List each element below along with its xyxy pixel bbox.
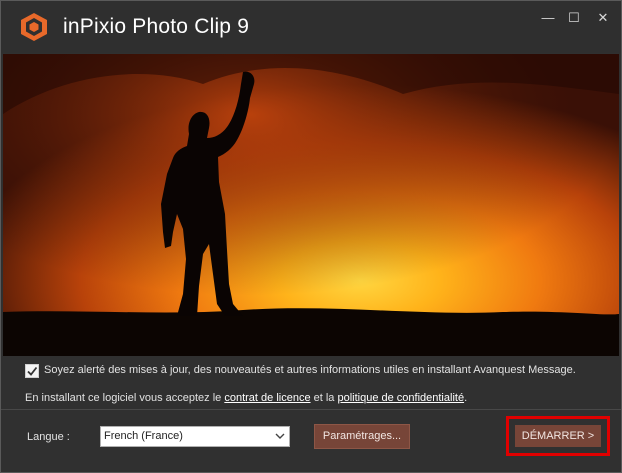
install-options: Soyez alerté des mises à jour, des nouve… [1, 357, 621, 409]
license-notice: En installant ce logiciel vous acceptez … [25, 392, 467, 404]
language-select[interactable]: French (France) [100, 426, 290, 447]
chevron-down-icon [275, 433, 285, 439]
license-middle: et la [310, 392, 338, 404]
close-button[interactable]: ✕ [590, 7, 616, 29]
inpixio-logo-icon [21, 13, 47, 41]
app-title: inPixio Photo Clip 9 [63, 15, 250, 38]
volcano-silhouette-image [3, 54, 619, 356]
start-button[interactable]: DÉMARRER > [515, 425, 601, 447]
start-button-highlight: DÉMARRER > [506, 416, 610, 456]
settings-button[interactable]: Paramétrages... [314, 424, 410, 449]
license-prefix: En installant ce logiciel vous acceptez … [25, 392, 225, 404]
footer-bar: Langue : French (France) Paramétrages...… [1, 409, 621, 472]
optin-checkbox[interactable] [25, 364, 39, 378]
title-bar: inPixio Photo Clip 9 — ☐ ✕ [1, 1, 621, 53]
license-suffix: . [464, 392, 468, 404]
hero-image [3, 54, 619, 356]
optin-label: Soyez alerté des mises à jour, des nouve… [44, 364, 576, 376]
privacy-policy-link[interactable]: politique de confidentialité [337, 392, 464, 404]
installer-window: inPixio Photo Clip 9 — ☐ ✕ Soyez alerté … [0, 0, 622, 473]
checkmark-icon [27, 366, 38, 376]
minimize-button[interactable]: — [535, 7, 561, 29]
language-select-value: French (France) [104, 430, 183, 442]
license-agreement-link[interactable]: contrat de licence [224, 392, 310, 404]
language-label: Langue : [27, 431, 70, 443]
maximize-button[interactable]: ☐ [561, 7, 587, 29]
